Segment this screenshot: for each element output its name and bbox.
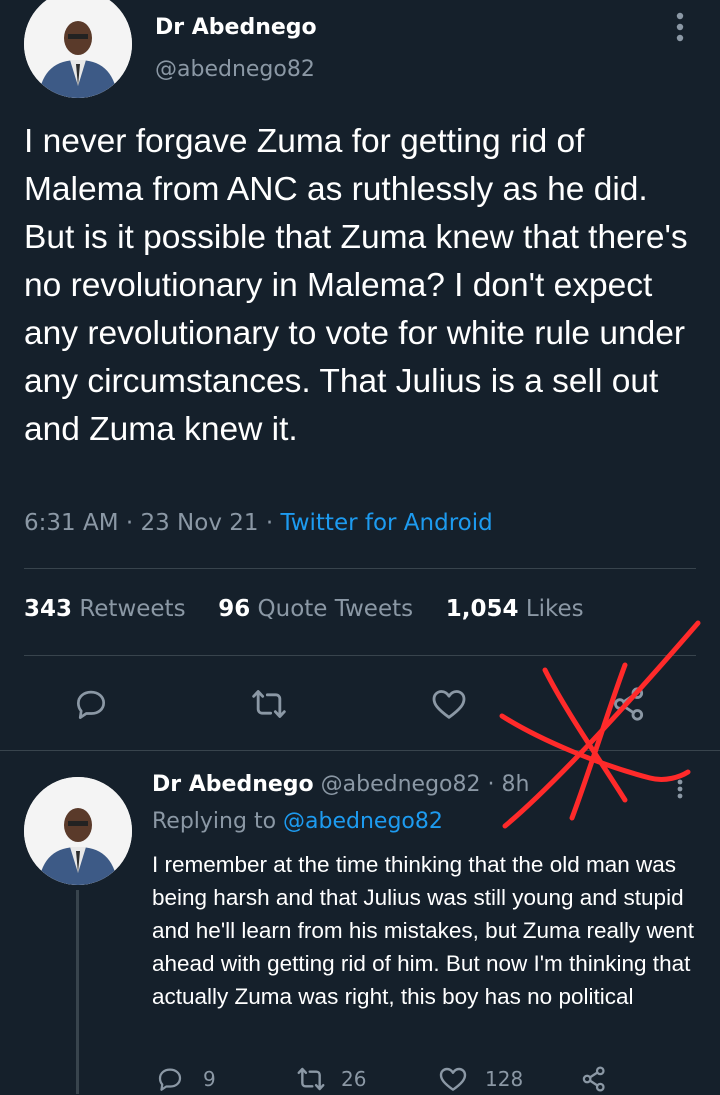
quotes-label: Quote Tweets (257, 596, 414, 622)
more-options-icon[interactable] (668, 10, 692, 44)
reply-age[interactable]: 8h (502, 772, 530, 797)
reply-button[interactable] (70, 683, 112, 725)
reply-share-button[interactable] (579, 1064, 609, 1094)
reply-retweet-button[interactable]: 26 (295, 1064, 366, 1094)
quotes-stat[interactable]: 96 Quote Tweets (218, 596, 420, 622)
reply-icon (158, 1068, 182, 1091)
retweet-button[interactable] (248, 683, 290, 725)
heart-icon (439, 1067, 467, 1091)
tweet-stats: 343 Retweets 96 Quote Tweets 1,054 Likes (24, 596, 584, 622)
share-icon (614, 687, 644, 721)
reply-author-handle[interactable]: @abednego82 (321, 772, 481, 797)
reply-text: I remember at the time thinking that the… (152, 852, 695, 1009)
divider (0, 750, 720, 751)
avatar-photo (24, 777, 132, 885)
divider (24, 655, 696, 656)
reply-reply-button[interactable]: 9 (155, 1064, 216, 1094)
replying-prefix: Replying to (152, 809, 277, 834)
tweet-text: I never forgave Zuma for getting rid of … (24, 123, 688, 448)
heart-icon (432, 690, 466, 719)
reply-header: Dr Abednego @abednego82 · 8h (152, 772, 529, 797)
retweet-icon (297, 1067, 325, 1091)
replying-to: Replying to @abednego82 (152, 809, 443, 834)
tweet-time: 6:31 AM (24, 510, 119, 536)
author-avatar[interactable] (24, 0, 132, 98)
reply-icon (76, 690, 106, 719)
meta-separator: · (265, 510, 281, 536)
retweets-stat[interactable]: 343 Retweets (24, 596, 193, 622)
reply-like-button[interactable]: 128 (437, 1064, 523, 1094)
reply-author-name[interactable]: Dr Abednego (152, 772, 314, 797)
meta-separator: · (487, 772, 502, 797)
reply-more-options-icon[interactable] (670, 778, 690, 800)
retweets-count: 343 (24, 596, 73, 622)
thread-line (76, 890, 79, 1094)
replying-handle[interactable]: @abednego82 (283, 809, 443, 834)
retweet-icon (252, 690, 286, 718)
reply-actions: 9 26 128 (155, 1064, 625, 1094)
tweet-meta: 6:31 AM · 23 Nov 21 · Twitter for Androi… (24, 510, 493, 536)
retweets-label: Retweets (79, 596, 186, 622)
divider (24, 568, 696, 569)
tweet-source[interactable]: Twitter for Android (280, 510, 492, 536)
reply-author-avatar[interactable] (24, 777, 132, 885)
avatar-photo (24, 0, 132, 98)
likes-label: Likes (525, 596, 584, 622)
like-button[interactable] (428, 683, 470, 725)
share-button[interactable] (608, 683, 650, 725)
author-name[interactable]: Dr Abednego (155, 15, 317, 40)
retweet-count: 26 (341, 1067, 367, 1091)
share-icon (582, 1066, 605, 1092)
meta-separator: · (125, 510, 141, 536)
reply-count: 9 (203, 1067, 216, 1091)
tweet-date: 23 Nov 21 (140, 510, 259, 536)
author-handle[interactable]: @abednego82 (155, 57, 315, 82)
likes-count: 1,054 (445, 596, 519, 622)
likes-stat[interactable]: 1,054 Likes (446, 596, 584, 622)
like-count: 128 (485, 1067, 524, 1091)
quotes-count: 96 (218, 596, 251, 622)
